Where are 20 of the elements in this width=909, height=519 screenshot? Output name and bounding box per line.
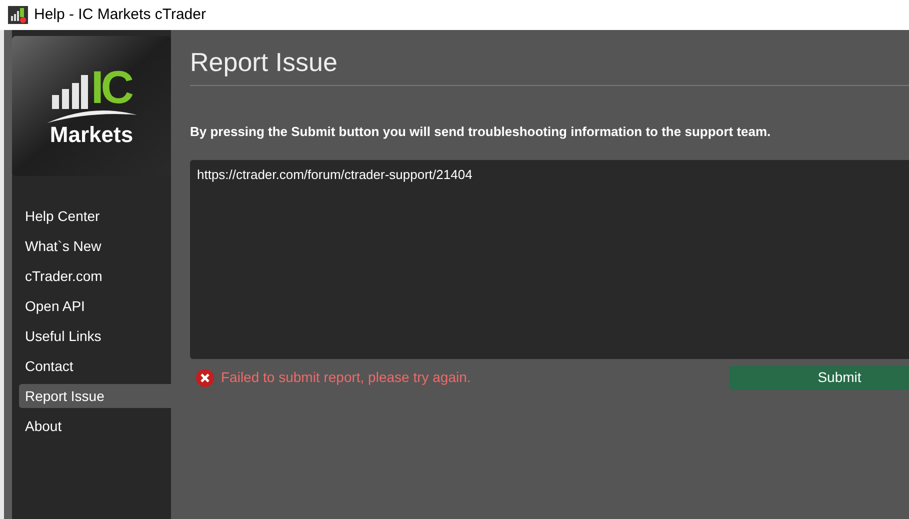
app-icon	[8, 6, 28, 24]
sidebar-item[interactable]: Open API	[19, 294, 171, 318]
sidebar-item[interactable]: About	[19, 414, 171, 438]
sidebar-item[interactable]: What`s New	[19, 234, 171, 258]
error-message: Failed to submit report, please try again.	[221, 368, 471, 387]
logo-text: IC	[91, 65, 131, 109]
sidebar-item[interactable]: Useful Links	[19, 324, 171, 348]
swoosh-icon	[46, 109, 136, 123]
window-title: Help - IC Markets cTrader	[34, 4, 206, 25]
instruction-text: By pressing the Submit button you will send troubleshooting information to the support team.	[190, 123, 772, 141]
sidebar-item[interactable]: Help Center	[19, 204, 171, 228]
logo-text: Markets	[50, 123, 134, 147]
page-heading: Report Issue	[190, 46, 338, 78]
error-icon	[196, 368, 214, 386]
sidebar-item[interactable]: Contact	[19, 354, 171, 378]
submit-button[interactable]: Submit	[729, 366, 909, 390]
sidebar-item[interactable]: Report Issue	[19, 384, 171, 408]
message-field[interactable]: https://ctrader.com/forum/ctrader-support/21404	[190, 160, 909, 358]
sidebar-item[interactable]: cTrader.com	[19, 264, 171, 288]
bars-icon	[52, 75, 88, 109]
